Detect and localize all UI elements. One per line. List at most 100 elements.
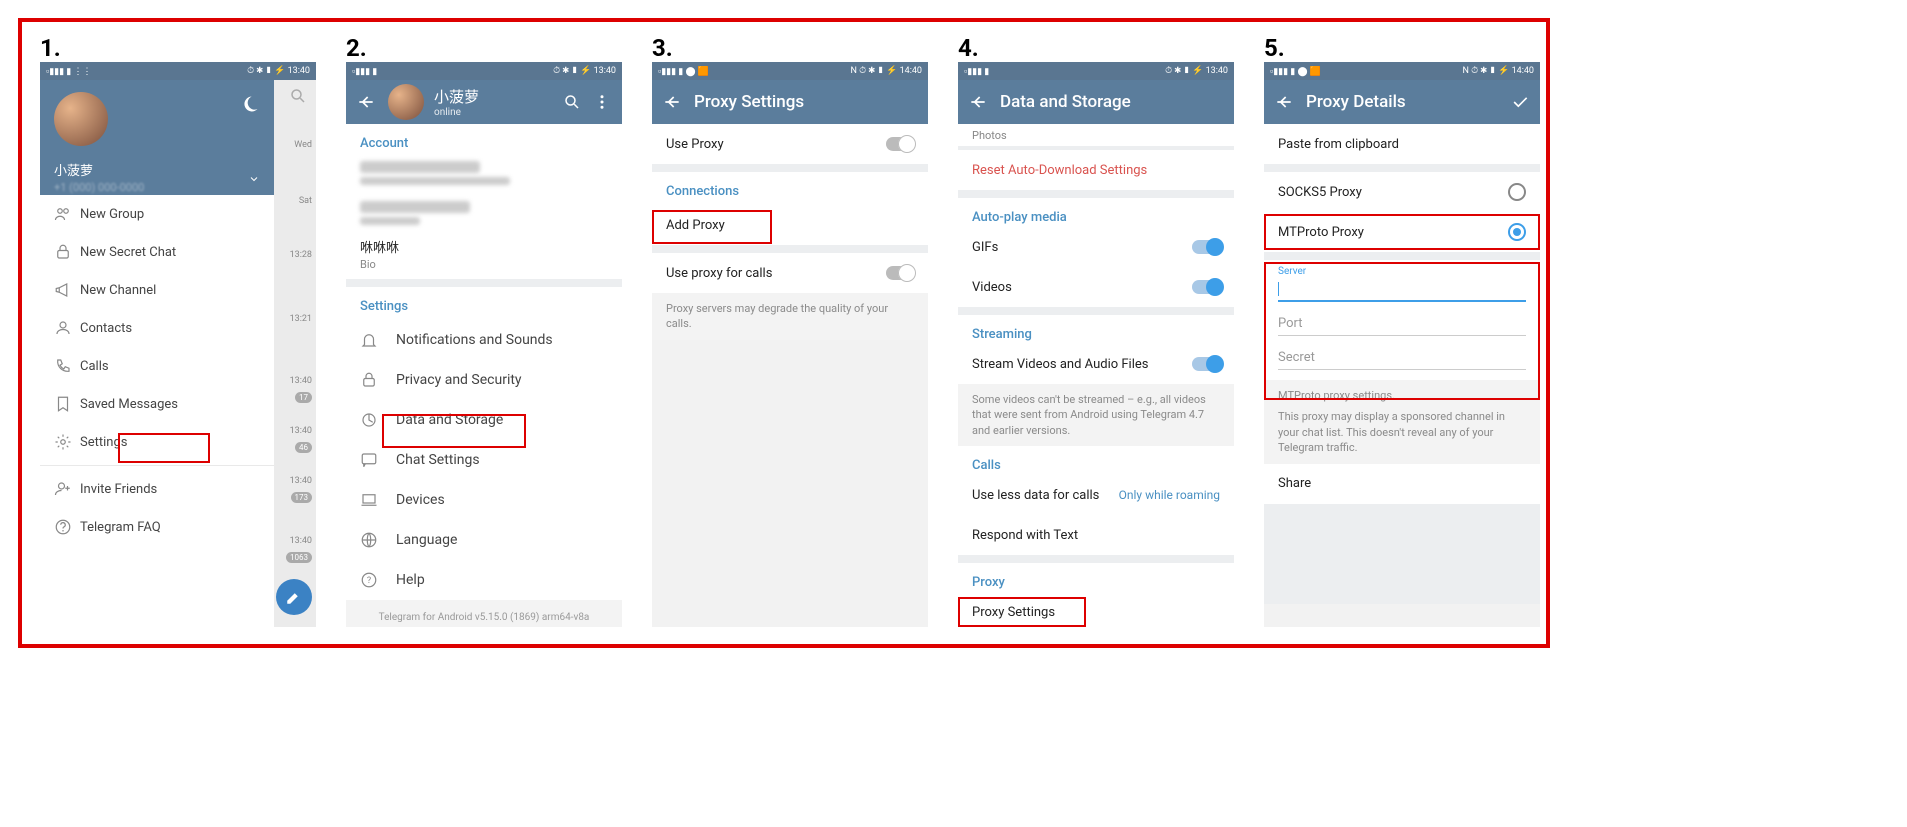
row-respond-text[interactable]: Respond with Text (958, 515, 1234, 555)
bio-row[interactable]: 咻咻咻 Bio (346, 229, 622, 279)
chat-badge: 17 (295, 392, 312, 403)
avatar[interactable] (388, 84, 424, 120)
drawer-label: Telegram FAQ (80, 520, 161, 535)
megaphone-icon (54, 281, 80, 299)
row-notifications[interactable]: Notifications and Sounds (346, 320, 622, 360)
row-label: Proxy Settings (972, 605, 1220, 620)
toggle-videos[interactable] (1192, 280, 1220, 294)
drawer-label: Contacts (80, 321, 132, 336)
row-less-data[interactable]: Use less data for callsOnly while roamin… (958, 475, 1234, 515)
compose-fab[interactable] (276, 579, 312, 615)
back-icon[interactable] (356, 92, 376, 112)
drawer-item-channel[interactable]: New Channel (40, 271, 274, 309)
radio-socks5[interactable] (1508, 183, 1526, 201)
gap (958, 190, 1234, 198)
drawer-item-invite[interactable]: Invite Friends (40, 470, 274, 508)
toggle-use-proxy[interactable] (886, 137, 914, 151)
row-label: Help (396, 572, 425, 588)
search-icon[interactable] (562, 92, 582, 112)
help-icon: ? (360, 571, 380, 589)
row-add-proxy[interactable]: Add Proxy (652, 205, 928, 245)
row-photos-cut[interactable]: Photos (958, 124, 1234, 146)
back-icon[interactable] (1274, 92, 1294, 112)
laptop-icon (360, 491, 380, 509)
chat-time: 13:21 (290, 314, 312, 324)
screen-4: ▫▮▮▮ ▮⏱ ✱ ▮ ⚡13:40 Data and Storage Phot… (958, 62, 1234, 627)
drawer-item-saved[interactable]: Saved Messages (40, 385, 274, 423)
row-proxy-settings[interactable]: Proxy Settings (958, 592, 1234, 627)
check-icon[interactable] (1510, 92, 1530, 112)
chat-time: 13:40 (290, 426, 312, 436)
secret-input[interactable]: Secret (1278, 346, 1526, 370)
row-mtproto[interactable]: MTProto Proxy (1264, 212, 1540, 252)
blurred-phone (360, 161, 480, 173)
server-input[interactable] (1278, 277, 1526, 302)
more-icon[interactable] (592, 92, 612, 112)
row-socks5[interactable]: SOCKS5 Proxy (1264, 172, 1540, 212)
drawer-item-calls[interactable]: Calls (40, 347, 274, 385)
field-server[interactable]: Server (1264, 260, 1540, 306)
row-stream[interactable]: Stream Videos and Audio Files (958, 344, 1234, 384)
toggle-stream[interactable] (1192, 357, 1220, 371)
drawer-item-secret-chat[interactable]: New Secret Chat (40, 233, 274, 271)
row-label: Devices (396, 492, 445, 508)
drawer-item-settings[interactable]: Settings (40, 423, 274, 461)
row-label: Use Proxy (666, 137, 886, 152)
status-time: 13:40 (288, 66, 310, 76)
row-language[interactable]: Language (346, 520, 622, 560)
screen-2: ▫▮▮▮ ▮⏱ ✱ ▮ ⚡13:40 小菠萝 online Account 咻咻… (346, 62, 622, 627)
search-icon[interactable] (288, 86, 308, 106)
row-use-proxy[interactable]: Use Proxy (652, 124, 928, 164)
row-videos[interactable]: Videos (958, 267, 1234, 307)
chat-badge: 1063 (286, 552, 312, 563)
radio-mtproto[interactable] (1508, 223, 1526, 241)
row-label: Reset Auto-Download Settings (972, 163, 1220, 178)
field-secret[interactable]: Secret (1264, 340, 1540, 374)
toggle-proxy-calls[interactable] (886, 266, 914, 280)
settings-appbar: 小菠萝 online (346, 80, 622, 124)
night-mode-icon[interactable] (240, 94, 260, 114)
version-footer: Telegram for Android v5.15.0 (1869) arm6… (346, 600, 622, 627)
avatar[interactable] (54, 92, 108, 146)
blurred-username (360, 201, 470, 213)
back-icon[interactable] (662, 92, 682, 112)
drawer-item-faq[interactable]: Telegram FAQ (40, 508, 274, 546)
streaming-header: Streaming (958, 315, 1234, 344)
row-help[interactable]: ? Help (346, 560, 622, 600)
row-label: Share (1278, 476, 1526, 491)
divider (40, 465, 274, 466)
drawer-item-new-group[interactable]: New Group (40, 195, 274, 233)
proxydetails-appbar: Proxy Details (1264, 80, 1540, 124)
row-reset-autodl[interactable]: Reset Auto-Download Settings (958, 150, 1234, 190)
status-time: 13:40 (1206, 66, 1228, 76)
field-port[interactable]: Port (1264, 306, 1540, 340)
lock-icon (54, 243, 80, 261)
drawer-header: 小菠萝 +1 (000) 000-0000 (40, 80, 274, 195)
row-paste-clipboard[interactable]: Paste from clipboard (1264, 124, 1540, 164)
step-3-label: 3. (652, 34, 673, 62)
chat-time: 13:40 (290, 376, 312, 386)
row-label: GIFs (972, 240, 1192, 255)
row-gifs[interactable]: GIFs (958, 227, 1234, 267)
toggle-gifs[interactable] (1192, 240, 1220, 254)
account-header: Account (346, 124, 622, 157)
row-chat-settings[interactable]: Chat Settings (346, 440, 622, 480)
row-label: Photos (972, 129, 1220, 142)
data-appbar: Data and Storage (958, 80, 1234, 124)
row-proxy-calls[interactable]: Use proxy for calls (652, 253, 928, 293)
row-data-storage[interactable]: Data and Storage (346, 400, 622, 440)
gap (652, 164, 928, 172)
row-devices[interactable]: Devices (346, 480, 622, 520)
svg-text:?: ? (367, 576, 371, 586)
status-time: 14:40 (1512, 66, 1534, 76)
chevron-down-icon[interactable] (248, 173, 260, 185)
row-privacy[interactable]: Privacy and Security (346, 360, 622, 400)
row-label: Data and Storage (396, 412, 503, 428)
back-icon[interactable] (968, 92, 988, 112)
gap (1264, 164, 1540, 172)
status-bar: ▫▮▮▮ ▮ ⋮⋮ ⏱ ✱ ▮ ⚡13:40 (40, 62, 316, 80)
drawer-item-contacts[interactable]: Contacts (40, 309, 274, 347)
connections-header: Connections (652, 172, 928, 205)
row-share[interactable]: Share (1264, 464, 1540, 504)
port-input[interactable]: Port (1278, 312, 1526, 336)
